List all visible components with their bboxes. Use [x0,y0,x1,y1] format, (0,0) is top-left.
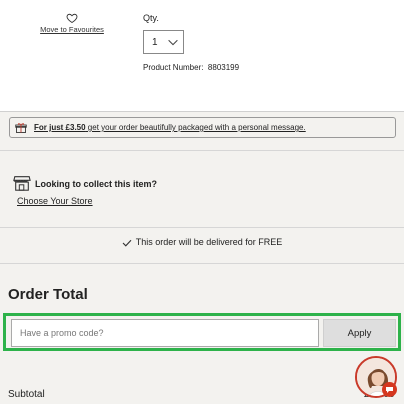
qty-label: Qty. [143,13,159,23]
delivery-text: This order will be delivered for FREE [135,237,283,247]
store-icon [13,176,31,191]
chat-icon[interactable] [382,382,397,397]
divider [0,150,404,151]
apply-button[interactable]: Apply [323,319,396,347]
move-to-favourites-link[interactable]: Move to Favourites [40,25,104,34]
divider [0,227,404,228]
gift-wrap-link[interactable]: For just £3.50 get your order beautifull… [34,123,306,132]
divider [0,263,404,264]
order-panel [0,112,404,404]
chat-bubble-icon [386,387,393,393]
heart-icon[interactable] [66,12,78,24]
collect-title: Looking to collect this item? [35,179,158,189]
delivery-message: This order will be delivered for FREE [0,237,404,247]
gift-icon [15,123,27,133]
gift-text: get your order beautifully packaged with… [85,123,306,132]
order-total-heading: Order Total [8,286,88,303]
qty-select[interactable]: 1 [143,30,184,54]
subtotal-label: Subtotal [8,389,45,400]
product-number-value: 8803199 [207,63,240,72]
check-icon [122,239,132,247]
move-to-favourites[interactable]: Move to Favourites [40,12,104,34]
product-number-label: Product Number: [143,63,204,72]
gift-price: For just £3.50 [34,123,86,132]
choose-store-link[interactable]: Choose Your Store [17,196,93,206]
qty-value: 1 [152,37,158,48]
promo-code-section: Apply [3,313,401,351]
product-number: Product Number: 8803199 [143,63,239,72]
gift-wrap-banner[interactable]: For just £3.50 get your order beautifull… [9,117,396,138]
promo-code-input[interactable] [11,319,319,347]
product-section: Move to Favourites Qty. 1 Product Number… [0,0,404,112]
chevron-down-icon [168,39,178,46]
